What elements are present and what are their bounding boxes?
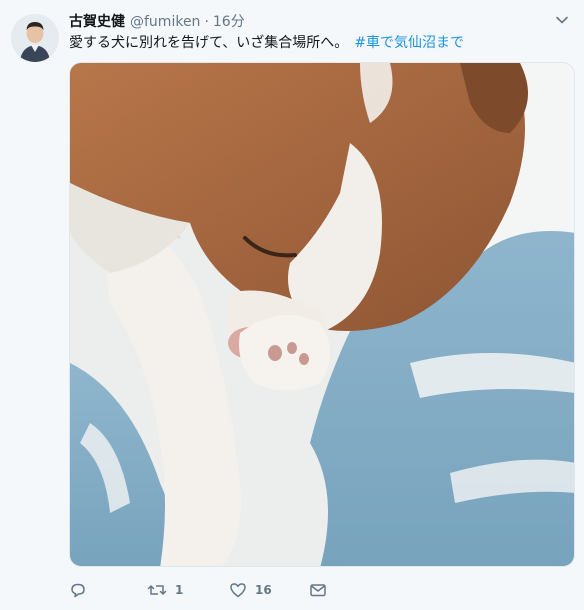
chevron-down-icon[interactable] — [554, 12, 570, 28]
avatar-image — [11, 14, 59, 62]
tweet-body: 愛する犬に別れを告げて、いざ集合場所へ。 — [69, 35, 349, 51]
sleeping-puppy-photo — [70, 63, 574, 566]
tweet-text: 愛する犬に別れを告げて、いざ集合場所へ。 #車で気仙沼まで — [69, 33, 564, 53]
author-handle[interactable]: @fumiken — [130, 12, 200, 32]
like-button[interactable]: 16 — [229, 579, 272, 601]
timestamp[interactable]: 16分 — [213, 12, 245, 32]
retweet-count: 1 — [175, 583, 184, 597]
separator: · — [204, 14, 209, 30]
avatar[interactable] — [11, 14, 59, 62]
tweet-card[interactable]: 古賀史健 @fumiken · 16分 愛する犬に別れを告げて、いざ集合場所へ。… — [0, 0, 584, 610]
retweet-icon — [147, 585, 167, 595]
like-count: 16 — [255, 583, 272, 597]
reply-icon — [71, 583, 85, 598]
direct-message-button[interactable] — [309, 579, 327, 601]
retweet-button[interactable]: 1 — [147, 579, 183, 601]
tweet-photo[interactable] — [69, 62, 575, 567]
hashtag-link[interactable]: #車で気仙沼まで — [354, 35, 464, 51]
author-name[interactable]: 古賀史健 — [69, 12, 125, 32]
tweet-header: 古賀史健 @fumiken · 16分 — [69, 12, 245, 32]
direct-message-icon — [310, 584, 326, 597]
heart-icon — [230, 583, 246, 598]
reply-button[interactable] — [69, 579, 95, 601]
